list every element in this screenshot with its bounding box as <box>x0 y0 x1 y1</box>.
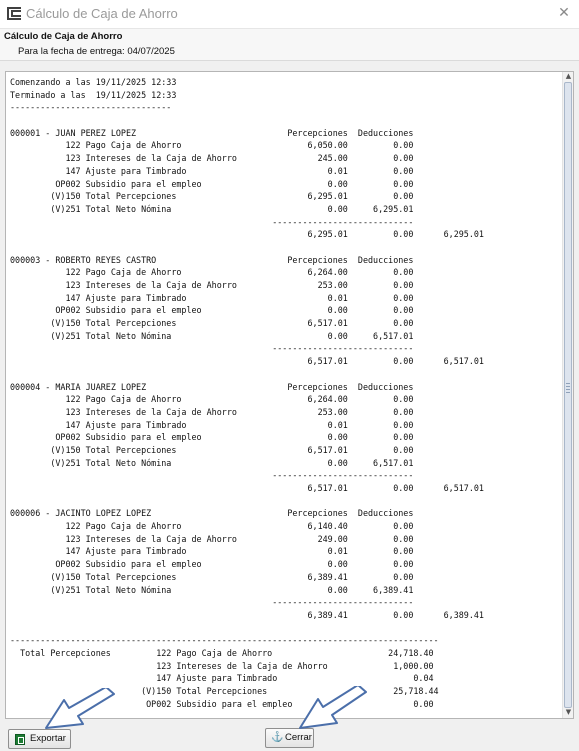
report-line: -------------------------------- <box>10 102 172 113</box>
report-line: ---------------------------- <box>10 597 414 608</box>
report-line: 6,517.01 0.00 6,517.01 <box>10 483 484 493</box>
close-label: Cerrar <box>285 732 312 743</box>
report-line: 123 Intereses de la Caja de Ahorro 1,000… <box>10 660 434 671</box>
report-line <box>10 114 561 127</box>
report-line: 123 Intereses de la Caja de Ahorro 253.0… <box>10 406 414 417</box>
excel-icon <box>15 734 25 745</box>
report-line: OP002 Subsidio para el empleo 0.00 0.00 <box>10 305 414 316</box>
scrollbar-thumb[interactable] <box>564 82 572 708</box>
report-line: 6,517.01 0.00 6,517.01 <box>10 356 484 367</box>
report-line: ---------------------------- <box>10 470 414 481</box>
report-line: 000006 - JACINTO LOPEZ LOPEZ Percepcione… <box>10 508 414 519</box>
report-line: 6,389.41 0.00 6,389.41 <box>10 609 484 620</box>
report-line <box>10 495 561 508</box>
app-window-icon <box>7 7 21 20</box>
pointer-arrow-close-icon <box>299 686 367 729</box>
report-line: 122 Pago Caja de Ahorro 6,140.40 0.00 <box>10 521 414 532</box>
report-line: 147 Ajuste para Timbrado 0.01 0.00 <box>10 292 414 303</box>
report-line: 147 Ajuste para Timbrado 0.01 0.00 <box>10 419 414 430</box>
report-line: 122 Pago Caja de Ahorro 6,264.00 0.00 <box>10 394 414 405</box>
report-line: 123 Intereses de la Caja de Ahorro 245.0… <box>10 153 414 164</box>
report-line: 000004 - MARIA JUAREZ LOPEZ Percepciones… <box>10 381 414 392</box>
report-line: Comenzando a las 19/11/2025 12:33 <box>10 77 177 87</box>
report-line: (V)150 Total Percepciones 6,295.01 0.00 <box>10 191 414 202</box>
report-line: 122 Pago Caja de Ahorro 6,264.00 0.00 <box>10 267 414 278</box>
window-title: Cálculo de Caja de Ahorro <box>26 6 178 21</box>
report-line: OP002 Subsidio para el empleo 0.00 0.00 <box>10 432 414 443</box>
report-line: 000003 - ROBERTO REYES CASTRO Percepcion… <box>10 254 414 265</box>
report-line <box>10 241 561 254</box>
report-line: (V)150 Total Percepciones 6,517.01 0.00 <box>10 444 414 455</box>
report-line: 122 Pago Caja de Ahorro 6,050.00 0.00 <box>10 140 414 151</box>
report-line: (V)251 Total Neto Nómina 0.00 6,295.01 <box>10 203 414 214</box>
report-line: 123 Intereses de la Caja de Ahorro 249.0… <box>10 533 414 544</box>
report-line: Terminado a las 19/11/2025 12:33 <box>10 89 177 100</box>
anchor-icon: ⚓ <box>271 732 284 743</box>
report-line: ---------------------------- <box>10 343 414 354</box>
report-line: 147 Ajuste para Timbrado 0.01 0.00 <box>10 546 414 557</box>
report-line: (V)251 Total Neto Nómina 0.00 6,389.41 <box>10 584 414 595</box>
report-line: (V)150 Total Percepciones 6,517.01 0.00 <box>10 318 414 329</box>
report-line <box>10 622 561 635</box>
report-line <box>10 368 561 381</box>
report-line: 123 Intereses de la Caja de Ahorro 253.0… <box>10 280 414 290</box>
title-bar: Cálculo de Caja de Ahorro ✕ <box>0 0 579 29</box>
close-icon[interactable]: ✕ <box>557 5 571 21</box>
report-line: ---------------------------- <box>10 216 414 227</box>
vertical-scrollbar[interactable]: ▲ ▼ <box>562 72 573 718</box>
report-line: ----------------------------------------… <box>10 635 439 646</box>
report-panel: Comenzando a las 19/11/2025 12:33 Termina… <box>5 71 574 719</box>
report-line: (V)150 Total Percepciones 6,389.41 0.00 <box>10 571 414 582</box>
scroll-down-icon[interactable]: ▼ <box>564 708 573 717</box>
dialog-subtitle: Para la fecha de entrega: 04/07/2025 <box>18 46 175 57</box>
report-line: (V)251 Total Neto Nómina 0.00 6,517.01 <box>10 457 414 468</box>
report-line: (V)251 Total Neto Nómina 0.00 6,517.01 <box>10 330 414 341</box>
export-label: Exportar <box>30 733 66 744</box>
pointer-arrow-export-icon <box>45 688 115 729</box>
report-line: 147 Ajuste para Timbrado 0.01 0.00 <box>10 165 414 176</box>
dialog-header: Cálculo de Caja de Ahorro Para la fecha … <box>0 29 579 61</box>
report-line: 000001 - JUAN PEREZ LOPEZ Percepciones D… <box>10 127 414 138</box>
report-line: OP002 Subsidio para el empleo 0.00 0.00 <box>10 178 414 189</box>
scroll-up-icon[interactable]: ▲ <box>564 72 573 81</box>
report-line: 147 Ajuste para Timbrado 0.04 <box>10 673 434 684</box>
dialog-title: Cálculo de Caja de Ahorro <box>4 31 123 42</box>
report-line: OP002 Subsidio para el empleo 0.00 0.00 <box>10 559 414 570</box>
report-line: 6,295.01 0.00 6,295.01 <box>10 229 484 240</box>
report-line: Total Percepciones 122 Pago Caja de Ahor… <box>10 647 434 658</box>
report-text-area[interactable]: Comenzando a las 19/11/2025 12:33 Termina… <box>10 76 561 718</box>
